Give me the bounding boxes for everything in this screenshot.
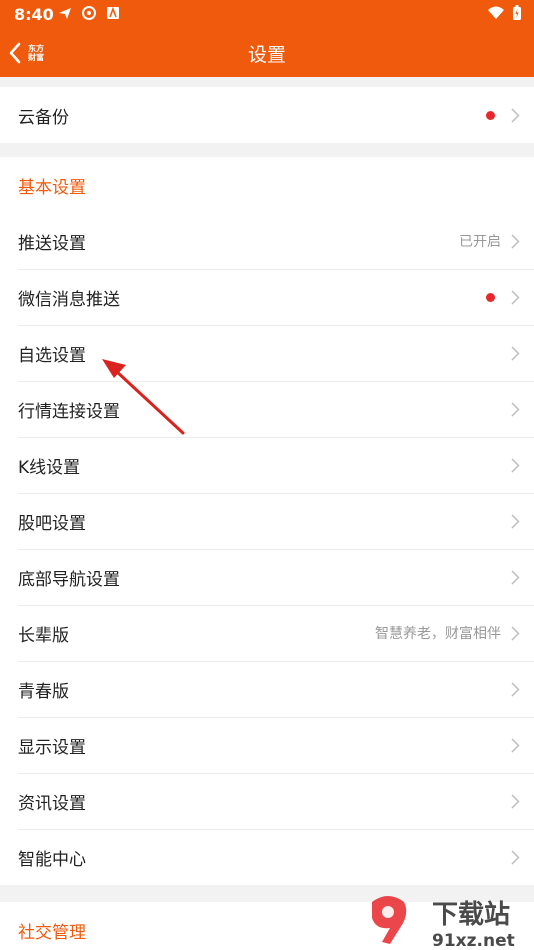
- page-title: 设置: [247, 44, 286, 66]
- settings-content: 云备份 基本设置 推送设置 已开启 微信消息推送 自选设置 行情连接设置 K线设…: [0, 77, 534, 950]
- red-dot-badge: [486, 110, 495, 120]
- chevron-right-icon: [511, 625, 520, 641]
- chevron-right-icon: [511, 107, 520, 123]
- status-bar: 8:40: [0, 0, 534, 28]
- settings-item-status: 已开启: [459, 234, 501, 250]
- app-header: 8:40 东方 财富 设置: [0, 0, 534, 77]
- chevron-right-icon: [511, 737, 520, 753]
- chevron-right-icon: [511, 233, 520, 249]
- chevron-right-icon: [511, 569, 520, 585]
- settings-item-label: 微信消息推送: [18, 289, 120, 310]
- chevron-right-icon: [511, 513, 520, 529]
- status-time: 8:40: [14, 5, 54, 24]
- settings-item-label: 长辈版: [18, 625, 69, 646]
- settings-item-label: 青春版: [18, 681, 69, 702]
- settings-item-news[interactable]: 资讯设置: [0, 773, 534, 829]
- settings-item-label: 自选设置: [18, 345, 86, 366]
- settings-item-label: 智能中心: [18, 849, 86, 870]
- wifi-icon: [488, 6, 504, 19]
- chevron-right-icon: [511, 681, 520, 697]
- watermark-logo-icon: 下载站 91xz.net: [372, 896, 515, 950]
- settings-item-watchlist[interactable]: 自选设置: [0, 325, 534, 381]
- settings-item-label: 股吧设置: [18, 513, 86, 534]
- watermark: 下载站 91xz.net: [360, 888, 534, 950]
- settings-item-cloud-backup[interactable]: 云备份: [0, 87, 534, 143]
- settings-item-label: 推送设置: [18, 233, 86, 254]
- settings-item-kline[interactable]: K线设置: [0, 437, 534, 493]
- settings-item-youth-edition[interactable]: 青春版: [0, 661, 534, 717]
- chevron-right-icon: [511, 289, 520, 305]
- watermark-brand-text: 下载站: [432, 900, 510, 930]
- status-right: [488, 5, 522, 21]
- settings-item-label: 底部导航设置: [18, 569, 120, 590]
- chevron-right-icon: [511, 345, 520, 361]
- watermark-domain-text: 91xz.net: [432, 931, 515, 950]
- chevron-right-icon: [511, 457, 520, 473]
- basic-settings-card: 基本设置 推送设置 已开启 微信消息推送 自选设置 行情连接设置 K线设置 股吧…: [0, 157, 534, 885]
- settings-item-wechat-push[interactable]: 微信消息推送: [0, 269, 534, 325]
- chevron-right-icon: [511, 849, 520, 865]
- settings-item-label: 资讯设置: [18, 793, 86, 814]
- settings-item-push[interactable]: 推送设置 已开启: [0, 213, 534, 269]
- chevron-right-icon: [511, 401, 520, 417]
- notification-icons: [58, 6, 120, 20]
- settings-item-stock-forum[interactable]: 股吧设置: [0, 493, 534, 549]
- aperture-icon: [82, 6, 96, 20]
- settings-item-label: 显示设置: [18, 737, 86, 758]
- cloud-backup-card: 云备份: [0, 87, 534, 143]
- settings-item-label: K线设置: [18, 457, 81, 478]
- red-dot-badge: [486, 292, 495, 302]
- battery-icon: [513, 5, 521, 20]
- settings-item-status: 智慧养老，财富相伴: [375, 626, 501, 642]
- settings-item-label: 云备份: [18, 107, 69, 128]
- paper-plane-icon: [59, 8, 71, 19]
- settings-item-market-connection[interactable]: 行情连接设置: [0, 381, 534, 437]
- navigation-bar: 东方 财富 设置: [0, 28, 534, 77]
- settings-item-display[interactable]: 显示设置: [0, 717, 534, 773]
- app-a-icon: [107, 6, 119, 19]
- settings-item-smart-center[interactable]: 智能中心: [0, 829, 534, 885]
- settings-item-bottom-nav[interactable]: 底部导航设置: [0, 549, 534, 605]
- settings-item-elder-edition[interactable]: 长辈版 智慧养老，财富相伴: [0, 605, 534, 661]
- chevron-right-icon: [511, 793, 520, 809]
- section-header-basic: 基本设置: [18, 177, 86, 198]
- settings-item-label: 行情连接设置: [18, 401, 120, 422]
